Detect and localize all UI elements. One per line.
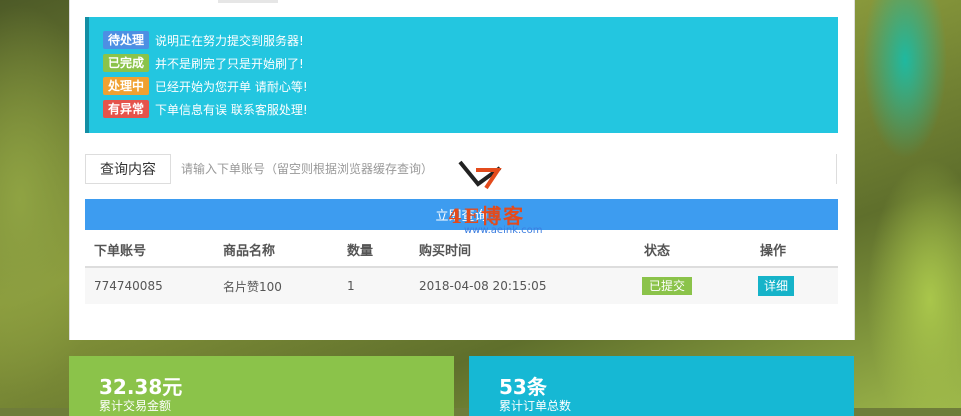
stat-amount-value: 32.38元	[99, 375, 183, 399]
stat-orders-value: 53条	[499, 375, 547, 399]
legend-text-pending: 说明正在努力提交到服务器!	[155, 33, 304, 48]
cell-time: 2018-04-08 20:15:05	[419, 279, 547, 293]
query-label: 查询内容	[86, 155, 171, 183]
query-bar: 查询内容	[85, 154, 837, 184]
col-action: 操作	[760, 244, 787, 259]
badge-error: 有异常	[103, 100, 150, 118]
account-search-input[interactable]	[171, 154, 836, 184]
legend-row-pending: 待处理 说明正在努力提交到服务器!	[103, 30, 304, 50]
stat-amount-label: 累计交易金额	[99, 399, 172, 413]
table-row: 774740085 名片赞100 1 2018-04-08 20:15:05 已…	[85, 268, 838, 304]
stat-card-amount: 32.38元 累计交易金额	[69, 356, 454, 416]
badge-pending: 待处理	[103, 31, 150, 49]
stat-orders-label: 累计订单总数	[499, 399, 572, 413]
legend-row-done: 已完成 并不是刷完了只是开始刷了!	[103, 53, 304, 73]
col-status: 状态	[644, 244, 671, 259]
tab-indicator	[218, 0, 278, 3]
cell-product: 名片赞100	[223, 279, 282, 294]
badge-processing: 处理中	[103, 77, 150, 95]
legend-text-error: 下单信息有误 联系客服处理!	[155, 102, 308, 117]
legend-row-processing: 处理中 已经开始为您开单 请耐心等!	[103, 76, 308, 96]
table-header: 下单账号 商品名称 数量 购买时间 状态 操作	[85, 233, 838, 268]
cell-action: 详细	[758, 268, 795, 304]
stat-card-orders: 53条 累计订单总数	[469, 356, 854, 416]
cell-status: 已提交	[642, 268, 693, 304]
status-badge: 已提交	[642, 277, 693, 295]
legend-row-error: 有异常 下单信息有误 联系客服处理!	[103, 99, 308, 119]
col-time: 购买时间	[419, 244, 472, 259]
col-account: 下单账号	[94, 244, 147, 259]
status-legend: 待处理 说明正在努力提交到服务器! 已完成 并不是刷完了只是开始刷了! 处理中 …	[85, 17, 838, 133]
legend-text-processing: 已经开始为您开单 请耐心等!	[155, 79, 308, 94]
col-product: 商品名称	[223, 244, 276, 259]
col-qty: 数量	[347, 244, 374, 259]
badge-done: 已完成	[103, 54, 150, 72]
detail-button[interactable]: 详细	[758, 276, 795, 296]
query-button[interactable]: 立即查询	[85, 199, 838, 230]
cell-account: 774740085	[94, 279, 163, 293]
legend-text-done: 并不是刷完了只是开始刷了!	[155, 56, 304, 71]
orders-table: 下单账号 商品名称 数量 购买时间 状态 操作 774740085 名片赞100…	[85, 233, 838, 304]
cell-qty: 1	[347, 279, 355, 293]
